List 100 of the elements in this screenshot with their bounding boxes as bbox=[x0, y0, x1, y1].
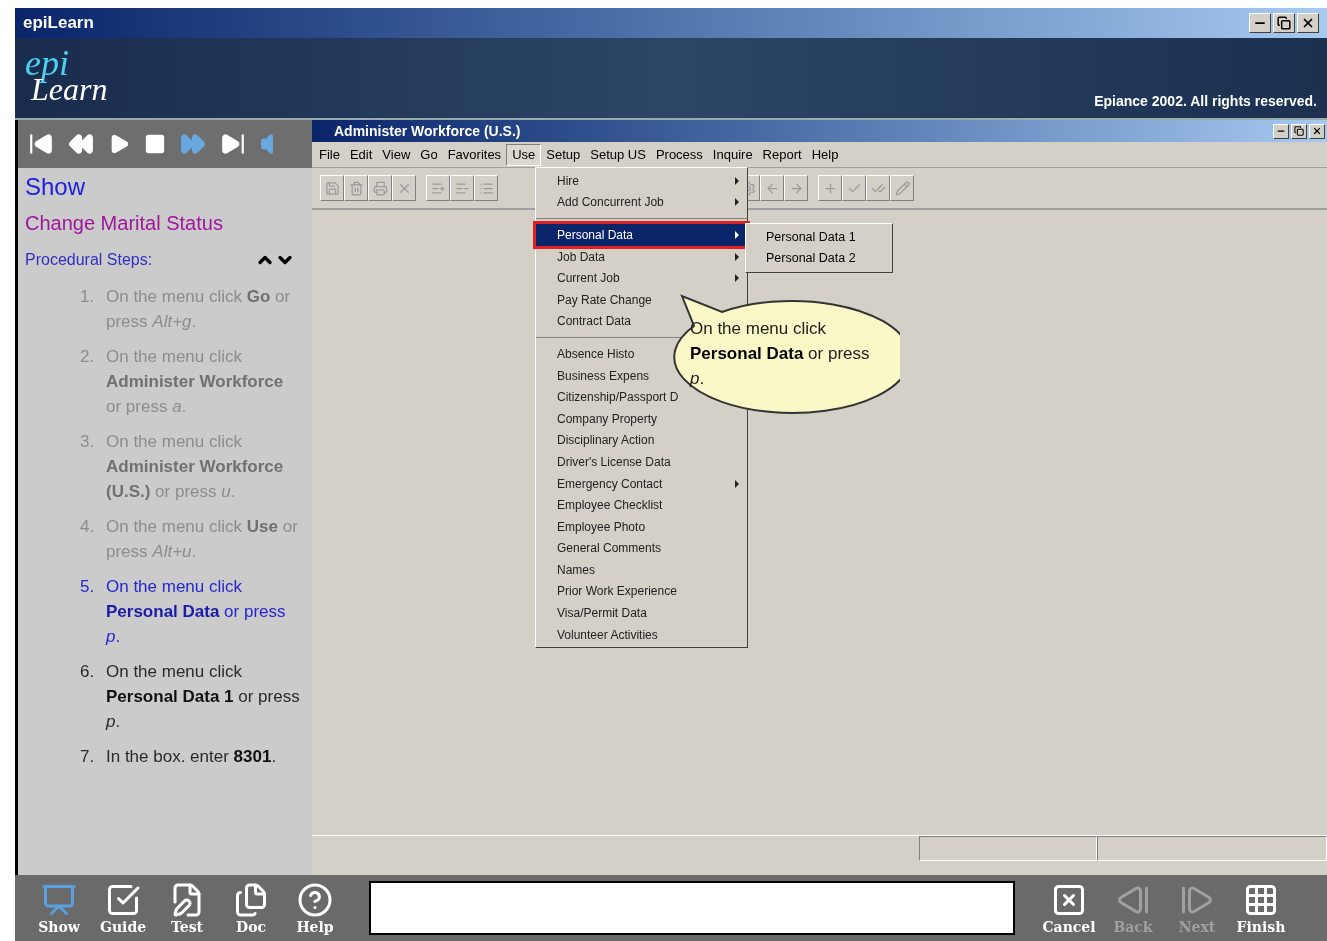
menu-item[interactable]: Disciplinary Action bbox=[557, 431, 655, 450]
submenu-arrow-icon bbox=[735, 252, 739, 261]
submenu-item[interactable]: Personal Data 2 bbox=[746, 248, 892, 269]
menu-bar-item[interactable]: Inquire bbox=[707, 143, 758, 166]
check-icon[interactable] bbox=[842, 175, 866, 201]
submenu-arrow-icon bbox=[735, 274, 739, 283]
task-title: Change Marital Status bbox=[25, 211, 224, 236]
step-text: On the menu click Administer Workforce or press a. bbox=[106, 346, 285, 418]
submenu-arrow-icon bbox=[735, 231, 739, 239]
show-button[interactable]: Show bbox=[29, 882, 89, 934]
menu-item[interactable]: Employee Photo bbox=[557, 517, 646, 536]
menu-bar-item[interactable]: View bbox=[377, 143, 416, 166]
menu-item[interactable]: Volunteer Activities bbox=[557, 625, 658, 644]
step-text: In the box. enter 8301. bbox=[106, 746, 277, 768]
test-button[interactable]: Test bbox=[157, 882, 217, 934]
step-number: 6. bbox=[80, 661, 96, 683]
submenu-item[interactable]: Personal Data 1 bbox=[746, 227, 892, 248]
submenu-arrow-icon bbox=[735, 479, 739, 488]
menu-item[interactable]: Add Concurrent Job bbox=[557, 193, 664, 212]
menu-item[interactable]: Citizenship/Passport D bbox=[557, 388, 679, 407]
step-number: 7. bbox=[80, 746, 96, 768]
menu-bar-item[interactable]: Setup US bbox=[585, 143, 651, 166]
guide-icon bbox=[105, 882, 141, 918]
copyright-text: Epiance 2002. All rights reserved. bbox=[1094, 92, 1317, 111]
menu-item[interactable]: Pay Rate Change bbox=[557, 290, 652, 309]
arrow-left-icon[interactable] bbox=[760, 175, 784, 201]
plus-icon[interactable] bbox=[818, 175, 842, 201]
submenu-arrow-icon bbox=[735, 176, 739, 185]
menu-item[interactable]: General Comments bbox=[557, 539, 662, 558]
menu-item[interactable]: Names bbox=[557, 560, 595, 579]
menu-bar-item[interactable]: Use bbox=[506, 143, 542, 166]
menu-item[interactable]: Absence Histo bbox=[557, 344, 635, 363]
skip-back-icon[interactable] bbox=[28, 131, 54, 157]
restore-icon bbox=[1294, 126, 1304, 136]
menu-bar-item[interactable]: Edit bbox=[344, 143, 378, 166]
minimize-button[interactable] bbox=[1249, 13, 1271, 33]
print-icon[interactable] bbox=[368, 175, 392, 201]
finish-button[interactable]: Finish bbox=[1231, 882, 1291, 934]
step-number: 2. bbox=[80, 346, 96, 368]
list-add-icon[interactable] bbox=[426, 175, 450, 201]
help-button[interactable]: Help bbox=[285, 882, 345, 934]
step-text: On the menu click Personal Data 1 or press p. bbox=[106, 661, 301, 733]
step-text: On the menu click Administer Workforce (U.S.) or press u. bbox=[106, 431, 285, 503]
steps-heading: Procedural Steps: bbox=[25, 250, 153, 270]
menu-bar-item[interactable]: File bbox=[314, 143, 345, 166]
step-number: 1. bbox=[80, 286, 96, 308]
window-title: epiLearn bbox=[23, 12, 94, 35]
menu-bar-item[interactable]: Favorites bbox=[442, 143, 507, 166]
menu-item[interactable]: Driver's License Data bbox=[557, 452, 671, 471]
double-check-icon[interactable] bbox=[866, 175, 890, 201]
rewind-icon[interactable] bbox=[68, 131, 94, 157]
message-field[interactable] bbox=[369, 881, 1015, 935]
pencil-icon[interactable] bbox=[890, 175, 914, 201]
step-text: On the menu click Go or press Alt+g. bbox=[106, 286, 292, 333]
doc-button[interactable]: Doc bbox=[221, 882, 281, 934]
menu-item[interactable]: Company Property bbox=[557, 409, 658, 428]
menu-item[interactable]: Hire bbox=[557, 171, 579, 190]
skip-forward-icon[interactable] bbox=[220, 131, 246, 157]
menu-bar-item[interactable]: Process bbox=[650, 143, 708, 166]
help-icon bbox=[297, 882, 333, 918]
menu-item[interactable]: Contract Data bbox=[557, 312, 632, 331]
restore-icon bbox=[1277, 16, 1291, 30]
restore-button[interactable] bbox=[1291, 123, 1307, 139]
restore-button[interactable] bbox=[1273, 13, 1295, 33]
menu-item[interactable]: Business Expens bbox=[557, 366, 650, 385]
save-icon[interactable] bbox=[320, 175, 344, 201]
cancel-button[interactable]: Cancel bbox=[1039, 882, 1099, 934]
guide-button[interactable]: Guide bbox=[93, 882, 153, 934]
close-button[interactable] bbox=[1297, 13, 1319, 33]
doc-icon bbox=[233, 882, 269, 918]
show-icon bbox=[41, 882, 77, 918]
menu-bar-item[interactable]: Help bbox=[806, 143, 844, 166]
step-number: 5. bbox=[80, 576, 96, 598]
stop-icon[interactable] bbox=[144, 133, 166, 155]
list-remove-icon[interactable] bbox=[450, 175, 474, 201]
step-text: On the menu click Use or press Alt+u. bbox=[106, 516, 299, 563]
menu-item[interactable]: Emergency Contact bbox=[557, 474, 663, 493]
menu-item[interactable]: Personal Data bbox=[557, 226, 634, 244]
menu-item[interactable]: Current Job bbox=[557, 269, 620, 288]
close-icon bbox=[1301, 16, 1315, 30]
step-text: On the menu click Personal Data or press p. bbox=[106, 576, 287, 648]
app-title: Administer Workforce (U.S.) bbox=[333, 121, 521, 141]
step-number: 3. bbox=[80, 431, 96, 453]
arrow-right-icon[interactable] bbox=[784, 175, 808, 201]
close-icon[interactable] bbox=[392, 175, 416, 201]
menu-bar-item[interactable]: Go bbox=[415, 143, 443, 166]
menu-item[interactable]: Job Data bbox=[557, 247, 606, 266]
minimize-button[interactable] bbox=[1273, 123, 1289, 139]
menu-item[interactable]: Prior Work Experience bbox=[557, 582, 677, 601]
callout-text: On the menu click Personal Data or press p. bbox=[690, 318, 871, 390]
menu-item[interactable]: Employee Checklist bbox=[557, 496, 663, 515]
submenu-arrow-icon bbox=[735, 198, 739, 207]
list-icon[interactable] bbox=[474, 175, 498, 201]
close-icon bbox=[1312, 126, 1322, 136]
step-number: 4. bbox=[80, 516, 96, 538]
close-button[interactable] bbox=[1309, 123, 1325, 139]
menu-bar-item[interactable]: Setup bbox=[541, 143, 586, 166]
delete-icon[interactable] bbox=[344, 175, 368, 201]
menu-item[interactable]: Visa/Permit Data bbox=[557, 604, 647, 623]
menu-bar-item[interactable]: Report bbox=[757, 143, 807, 166]
